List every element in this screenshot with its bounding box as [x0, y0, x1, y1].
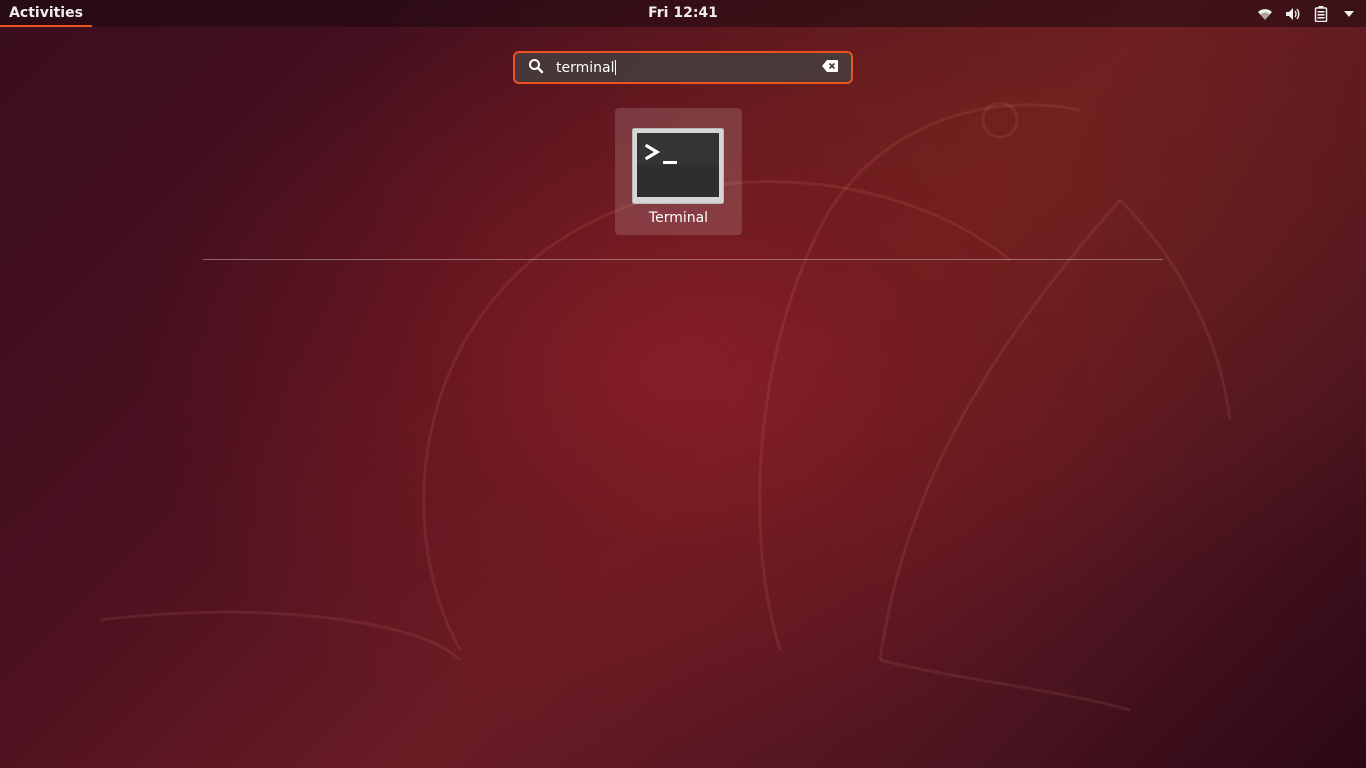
activities-label: Activities [9, 5, 83, 21]
activities-button[interactable]: Activities [0, 0, 92, 27]
wifi-icon[interactable] [1256, 5, 1274, 23]
search-input[interactable]: terminal [556, 60, 821, 76]
volume-icon[interactable] [1284, 5, 1302, 23]
app-result-terminal[interactable]: Terminal [615, 108, 742, 235]
terminal-icon [632, 128, 724, 204]
search-value: terminal [556, 59, 615, 76]
clear-icon[interactable] [821, 58, 851, 77]
battery-icon[interactable] [1312, 5, 1330, 23]
clock[interactable]: Fri 12:41 [633, 0, 733, 27]
results-separator [203, 259, 1163, 260]
text-caret [615, 60, 617, 75]
search-icon [515, 58, 544, 78]
chevron-down-icon[interactable] [1340, 5, 1358, 23]
top-panel: Activities Fri 12:41 [0, 0, 1366, 27]
app-label: Terminal [648, 210, 709, 226]
search-entry[interactable]: terminal [513, 51, 853, 84]
activities-indicator [0, 25, 92, 27]
system-tray[interactable] [1256, 0, 1358, 27]
